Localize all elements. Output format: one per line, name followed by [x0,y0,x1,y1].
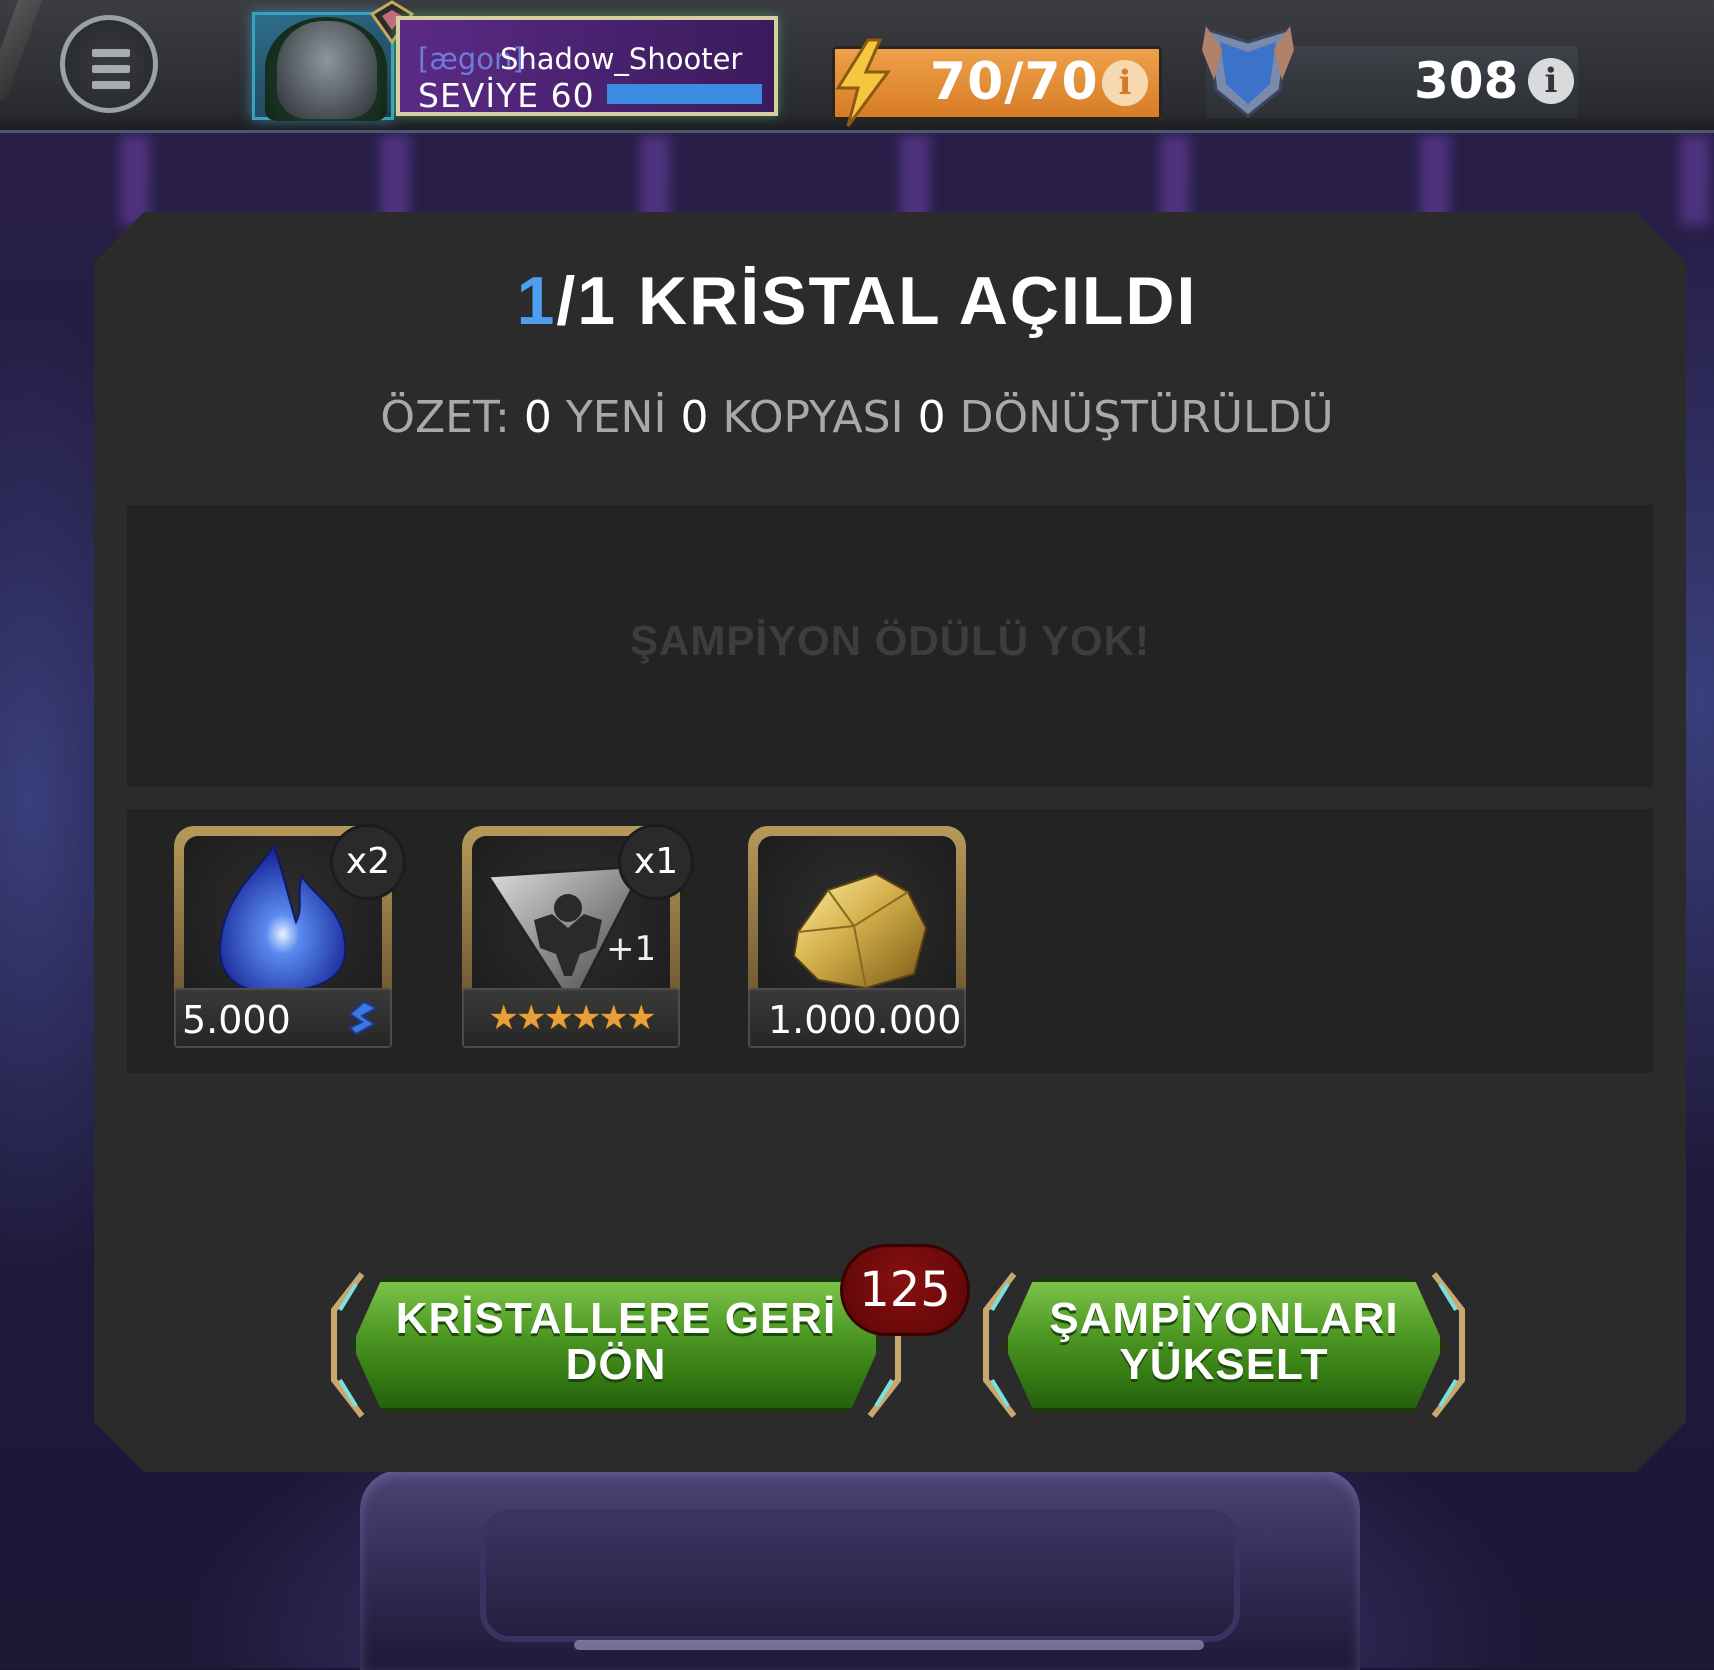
summary-converted-label: DÖNÜŞTÜRÜLDÜ [959,392,1334,443]
summary-dupe-label: KOPYASI [722,392,904,443]
reward-rarity-bar: ★★★★★★ [462,988,680,1048]
avatar-portrait [277,21,377,119]
reward-item-gold[interactable]: 1.000.000 [748,826,966,1048]
xp-bar [607,84,762,104]
reward-quantity-badge: x2 [330,824,406,900]
player-level: SEVİYE 60 [418,76,595,115]
reward-item-catalyst[interactable]: +1 x1 ★★★★★★ [462,824,694,1048]
lightning-icon [835,38,891,127]
panel-title-text: /1 KRİSTAL AÇILDI [556,263,1198,339]
champion-rewards-box: ŞAMPİYON ÖDÜLÜ YOK! [127,505,1653,787]
back-to-crystals-button[interactable]: KRİSTALLERE GERİ DÖN [326,1270,906,1420]
top-bar: [ægon] Shadow_Shooter SEVİYE 60 70/70 i … [0,0,1714,133]
reward-value-bar: 1.000.000 [748,988,966,1048]
shield-icon [1202,26,1294,118]
units-info-icon[interactable]: i [1528,58,1574,104]
reward-item-shards[interactable]: x2 5.000 [174,824,406,1048]
name-panel: [ægon] Shadow_Shooter SEVİYE 60 [396,16,778,116]
xp-bar-fill [607,84,762,104]
energy-info-icon[interactable]: i [1102,60,1148,106]
energy-counter[interactable]: 70/70 i [832,38,1162,127]
background-lights [0,135,1714,225]
back-to-crystals-label: KRİSTALLERE GERİ DÖN [395,1294,837,1389]
summary-new-count: 0 [523,392,552,443]
button-left-ornament-icon [983,1272,1017,1418]
svg-text:+1: +1 [606,929,656,969]
units-counter[interactable]: 308 i [1202,26,1578,118]
summary-prefix: ÖZET: [380,392,510,443]
reward-quantity-badge: x1 [618,824,694,900]
reward-value: 5.000 [182,998,291,1042]
panel-title: 1/1 KRİSTAL AÇILDI [0,262,1714,340]
summary-line: ÖZET: 0 YENİ 0 KOPYASI 0 DÖNÜŞTÜRÜLDÜ [0,392,1714,443]
summary-converted-count: 0 [917,392,946,443]
summary-dupe-count: 0 [680,392,709,443]
player-profile[interactable]: [ægon] Shadow_Shooter SEVİYE 60 [252,0,780,121]
home-indicator[interactable] [574,1640,1204,1650]
summary-new-label: YENİ [565,392,667,443]
rarity-stars-icon: ★★★★★★ [488,998,657,1038]
reward-value-bar: 5.000 [174,988,392,1048]
player-name: Shadow_Shooter [500,42,743,76]
hamburger-menu-icon[interactable] [60,15,158,113]
crystals-opened-count: 1 [516,263,557,339]
shard-icon [348,1000,379,1036]
crystal-count-badge: 125 [840,1244,970,1336]
upgrade-champions-label: ŞAMPİYONLARI YÜKSELT [1049,1294,1399,1389]
upgrade-champions-button[interactable]: ŞAMPİYONLARI YÜKSELT [978,1270,1470,1420]
energy-value: 70/70 [930,52,1099,112]
button-left-ornament-icon [331,1272,365,1418]
units-value: 308 [1414,52,1519,110]
button-right-ornament-icon [1431,1272,1465,1418]
reward-value: 1.000.000 [768,998,962,1042]
no-champion-message: ŞAMPİYON ÖDÜLÜ YOK! [630,617,1150,664]
